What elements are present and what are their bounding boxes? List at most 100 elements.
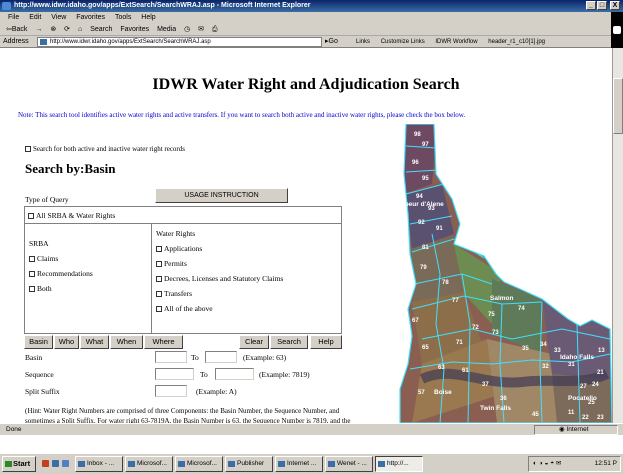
tab-basin[interactable]: Basin bbox=[24, 335, 53, 349]
tab-who[interactable]: Who bbox=[54, 335, 79, 349]
menu-tools[interactable]: Tools bbox=[115, 14, 131, 21]
city-salmon: Salmon bbox=[490, 295, 514, 302]
scrollbar-thumb[interactable] bbox=[613, 78, 623, 134]
all-srba-option[interactable]: All SRBA & Water Rights bbox=[25, 207, 341, 224]
sequence-to-input[interactable] bbox=[215, 368, 254, 380]
basin-label-98: 98 bbox=[414, 132, 421, 138]
clear-button[interactable]: Clear bbox=[239, 335, 269, 349]
go-button[interactable]: ▸Go bbox=[325, 36, 338, 48]
task-wenet[interactable]: Wenet - ... bbox=[325, 456, 373, 472]
basin-label-23: 23 bbox=[597, 415, 604, 421]
clock: 12:51 P bbox=[594, 460, 617, 467]
forward-button[interactable]: → bbox=[35, 26, 42, 33]
wr-option-permits[interactable]: Permits bbox=[156, 259, 340, 274]
menu-favorites[interactable]: Favorites bbox=[76, 14, 105, 21]
basin-label-34: 34 bbox=[540, 342, 547, 348]
tab-when[interactable]: When bbox=[110, 335, 143, 349]
search-submit-button[interactable]: Search bbox=[270, 335, 308, 349]
basin-label-97: 97 bbox=[422, 142, 429, 148]
split-suffix-input[interactable] bbox=[155, 385, 187, 397]
task-microsoft-1[interactable]: Microsof... bbox=[125, 456, 173, 472]
task-microsoft-2[interactable]: Microsof... bbox=[175, 456, 223, 472]
tray-icons[interactable]: ◐ ◑ ◒ ◓ ✉ bbox=[533, 460, 561, 467]
city-pocatello: Pocatello bbox=[568, 395, 597, 402]
status-bar: Done ◉ Internet bbox=[0, 423, 623, 435]
refresh-icon[interactable]: ⟳ bbox=[64, 26, 70, 33]
idaho-basin-map[interactable]: 98 97 96 95 94 93 92 91 81 79 78 77 75 7… bbox=[392, 123, 612, 423]
quicklaunch-icon[interactable] bbox=[42, 460, 49, 467]
wr-option-decrees[interactable]: Decrees, Licenses and Statutory Claims bbox=[156, 274, 340, 289]
basin-label-96: 96 bbox=[412, 160, 419, 166]
menu-view[interactable]: View bbox=[51, 14, 66, 21]
srba-heading: SRBA bbox=[29, 239, 49, 248]
wr-option-applications[interactable]: Applications bbox=[156, 244, 340, 259]
basin-from-input[interactable] bbox=[155, 351, 187, 363]
basin-label-91: 91 bbox=[436, 226, 443, 232]
basin-label-35: 35 bbox=[522, 346, 529, 352]
windows-start-icon bbox=[5, 461, 12, 467]
search-by-value: Basin bbox=[84, 161, 116, 176]
page-heading: IDWR Water Right and Adjudication Search bbox=[152, 76, 460, 93]
wr-option-all[interactable]: All of the above bbox=[156, 304, 340, 319]
split-suffix-label: Split Suffix bbox=[25, 387, 60, 396]
media-button[interactable]: Media bbox=[157, 26, 176, 33]
menu-file[interactable]: File bbox=[8, 14, 19, 21]
basin-label-32: 32 bbox=[542, 364, 549, 370]
basin-to-input[interactable] bbox=[205, 351, 237, 363]
print-icon[interactable]: ⎙ bbox=[212, 26, 218, 33]
history-icon[interactable]: ◷ bbox=[184, 26, 190, 33]
home-icon[interactable]: ⌂ bbox=[78, 26, 82, 33]
water-rights-heading: Water Rights bbox=[156, 229, 196, 238]
links-bar: Links Customize Links IDWR Workflow head… bbox=[356, 36, 554, 48]
task-publisher[interactable]: Publisher bbox=[225, 456, 273, 472]
task-internet[interactable]: Internet ... bbox=[275, 456, 323, 472]
vertical-scrollbar[interactable] bbox=[612, 48, 623, 423]
wr-option-transfers[interactable]: Transfers bbox=[156, 289, 340, 304]
basin-example: (Example: 63) bbox=[243, 353, 287, 362]
task-http-active[interactable]: http://... bbox=[375, 456, 423, 472]
link-customize[interactable]: Customize Links bbox=[381, 39, 425, 45]
include-inactive-option[interactable]: Search for both active and inactive wate… bbox=[25, 145, 185, 153]
page-content: IDWR Water Right and Adjudication Search… bbox=[0, 48, 612, 423]
basin-label-31: 31 bbox=[568, 362, 575, 368]
basin-label-22: 22 bbox=[582, 415, 589, 421]
help-button[interactable]: Help bbox=[310, 335, 342, 349]
include-inactive-checkbox[interactable] bbox=[25, 146, 31, 152]
close-button[interactable]: X bbox=[610, 1, 620, 10]
search-button[interactable]: Search bbox=[90, 26, 112, 33]
page-icon bbox=[40, 39, 47, 45]
ie-logo-icon bbox=[2, 2, 11, 10]
sequence-to-label: To bbox=[200, 370, 208, 379]
tab-where[interactable]: Where bbox=[144, 335, 183, 349]
basin-label-73: 73 bbox=[492, 330, 499, 336]
links-label: Links bbox=[356, 39, 371, 45]
search-by-heading: Search by:Basin bbox=[25, 161, 116, 176]
start-button[interactable]: Start bbox=[2, 456, 36, 472]
srba-option-recommendations[interactable]: Recommendations bbox=[29, 269, 151, 284]
task-inbox[interactable]: Inbox - ... bbox=[75, 456, 123, 472]
mail-icon[interactable]: ✉ bbox=[198, 26, 204, 33]
city-idaho-falls: Idaho Falls bbox=[560, 354, 594, 361]
quicklaunch-ie-icon[interactable] bbox=[52, 460, 59, 467]
srba-option-claims[interactable]: Claims bbox=[29, 254, 151, 269]
basin-label-78: 78 bbox=[442, 280, 449, 286]
menu-help[interactable]: Help bbox=[141, 14, 155, 21]
all-srba-checkbox[interactable] bbox=[28, 213, 34, 219]
address-input[interactable]: http://www.idwr.idaho.gov/apps/ExtSearch… bbox=[37, 37, 322, 47]
link-header-image[interactable]: header_r1_c10[1].jpg bbox=[488, 39, 545, 45]
menu-edit[interactable]: Edit bbox=[29, 14, 41, 21]
quicklaunch-desktop-icon[interactable] bbox=[62, 460, 69, 467]
sequence-from-input[interactable] bbox=[155, 368, 194, 380]
tab-what[interactable]: What bbox=[80, 335, 109, 349]
security-zone: ◉ Internet bbox=[534, 425, 618, 435]
stop-icon[interactable]: ⊗ bbox=[50, 26, 56, 33]
usage-instruction-button[interactable]: USAGE INSTRUCTION bbox=[155, 188, 288, 203]
back-button[interactable]: ⇦Back bbox=[6, 26, 27, 33]
srba-column: SRBA Claims Recommendations Both bbox=[25, 224, 152, 333]
minimize-button[interactable]: _ bbox=[586, 1, 596, 10]
maximize-button[interactable]: □ bbox=[597, 1, 607, 10]
link-idwr-workflow[interactable]: IDWR Workflow bbox=[435, 39, 477, 45]
srba-option-both[interactable]: Both bbox=[29, 284, 151, 299]
city-boise: Boise bbox=[434, 389, 452, 396]
favorites-button[interactable]: Favorites bbox=[120, 26, 149, 33]
